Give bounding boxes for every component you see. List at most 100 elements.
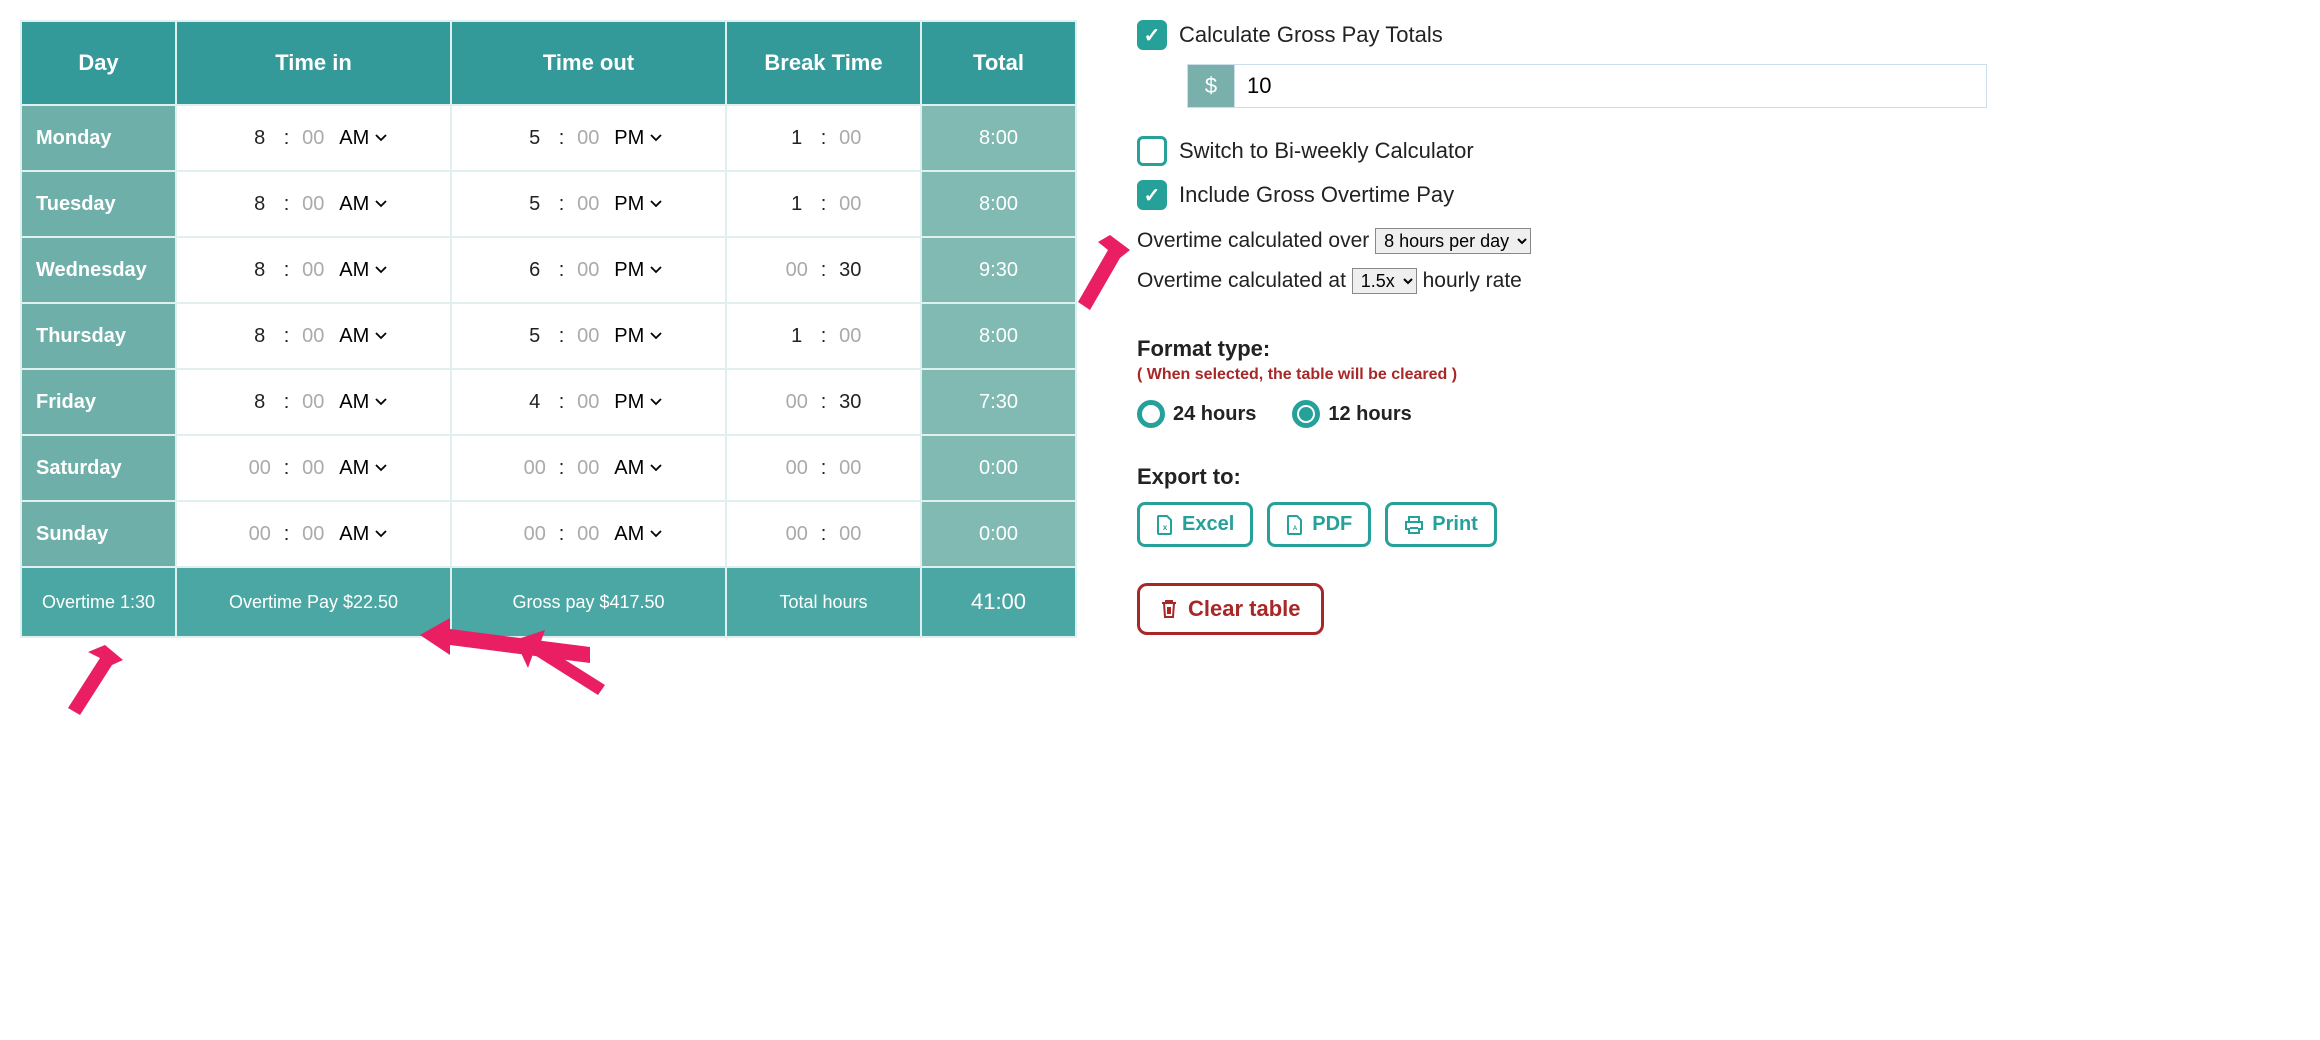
time-out-hour[interactable]: [515, 127, 555, 150]
colon: :: [555, 193, 569, 215]
print-icon: [1404, 516, 1424, 534]
time-in-hour[interactable]: [240, 523, 280, 546]
export-print-button[interactable]: Print: [1385, 502, 1497, 547]
time-in-hour[interactable]: [240, 193, 280, 216]
time-out-ampm[interactable]: PM: [614, 325, 662, 347]
table-row: Tuesday:AM:PM:8:00: [21, 171, 1076, 237]
time-in-ampm[interactable]: AM: [339, 523, 387, 545]
colon: :: [555, 259, 569, 281]
header-day: Day: [21, 21, 176, 105]
label-include-ot: Include Gross Overtime Pay: [1179, 182, 1454, 208]
hourly-rate-input[interactable]: [1235, 64, 1987, 108]
break-min[interactable]: [830, 325, 870, 348]
radio-24h[interactable]: [1137, 400, 1165, 428]
time-out-min[interactable]: [568, 523, 608, 546]
select-ot-at[interactable]: 1.5x: [1352, 268, 1417, 294]
radio-12h[interactable]: [1292, 400, 1320, 428]
currency-symbol: $: [1187, 64, 1235, 108]
time-out-hour[interactable]: [515, 391, 555, 414]
time-out-ampm[interactable]: PM: [614, 193, 662, 215]
time-out-ampm[interactable]: AM: [614, 457, 662, 479]
break-min[interactable]: [830, 391, 870, 414]
colon: :: [817, 391, 831, 413]
checkbox-include-ot[interactable]: [1137, 180, 1167, 210]
colon: :: [555, 457, 569, 479]
export-excel-button[interactable]: x Excel: [1137, 502, 1253, 547]
checkbox-biweekly[interactable]: [1137, 136, 1167, 166]
break-hour[interactable]: [777, 523, 817, 546]
break-hour[interactable]: [777, 325, 817, 348]
label-calc-gross: Calculate Gross Pay Totals: [1179, 22, 1443, 48]
time-out-ampm[interactable]: PM: [614, 127, 662, 149]
time-out-ampm[interactable]: PM: [614, 391, 662, 413]
break-hour[interactable]: [777, 193, 817, 216]
export-pdf-button[interactable]: A PDF: [1267, 502, 1371, 547]
time-in-min[interactable]: [293, 325, 333, 348]
colon: :: [280, 325, 294, 347]
header-out: Time out: [451, 21, 726, 105]
time-out-ampm[interactable]: AM: [614, 523, 662, 545]
row-total: 8:00: [921, 105, 1076, 171]
time-in-ampm[interactable]: AM: [339, 259, 387, 281]
colon: :: [280, 127, 294, 149]
clear-table-button[interactable]: Clear table: [1137, 583, 1324, 635]
time-in-min[interactable]: [293, 391, 333, 414]
export-excel-label: Excel: [1182, 513, 1234, 536]
footer-overtime-pay: Overtime Pay $22.50: [176, 567, 451, 637]
colon: :: [555, 523, 569, 545]
time-out-min[interactable]: [568, 391, 608, 414]
label-12h: 12 hours: [1328, 403, 1411, 426]
time-out-hour[interactable]: [515, 259, 555, 282]
time-out-min[interactable]: [568, 259, 608, 282]
time-out-min[interactable]: [568, 127, 608, 150]
colon: :: [817, 193, 831, 215]
row-total: 8:00: [921, 171, 1076, 237]
time-out-hour[interactable]: [515, 193, 555, 216]
time-out-hour[interactable]: [515, 325, 555, 348]
break-min[interactable]: [830, 523, 870, 546]
label-24h: 24 hours: [1173, 403, 1256, 426]
time-in-min[interactable]: [293, 457, 333, 480]
time-in-min[interactable]: [293, 127, 333, 150]
time-in-min[interactable]: [293, 259, 333, 282]
break-hour[interactable]: [777, 391, 817, 414]
time-in-ampm[interactable]: AM: [339, 457, 387, 479]
time-in-ampm[interactable]: AM: [339, 325, 387, 347]
time-out-hour[interactable]: [515, 523, 555, 546]
table-row: Sunday:AM:AM:0:00: [21, 501, 1076, 567]
break-hour[interactable]: [777, 127, 817, 150]
break-hour[interactable]: [777, 457, 817, 480]
label-ot-at-pre: Overtime calculated at: [1137, 269, 1346, 292]
time-in-ampm[interactable]: AM: [339, 391, 387, 413]
time-in-hour[interactable]: [240, 259, 280, 282]
time-out-hour[interactable]: [515, 457, 555, 480]
header-break: Break Time: [726, 21, 921, 105]
time-out-min[interactable]: [568, 457, 608, 480]
time-in-hour[interactable]: [240, 391, 280, 414]
time-in-hour[interactable]: [240, 325, 280, 348]
day-label: Sunday: [21, 501, 176, 567]
table-row: Wednesday:AM:PM:9:30: [21, 237, 1076, 303]
table-row: Saturday:AM:AM:0:00: [21, 435, 1076, 501]
time-in-min[interactable]: [293, 523, 333, 546]
export-pdf-label: PDF: [1312, 513, 1352, 536]
select-ot-over[interactable]: 8 hours per day: [1375, 228, 1531, 254]
time-in-min[interactable]: [293, 193, 333, 216]
time-out-ampm[interactable]: PM: [614, 259, 662, 281]
checkbox-calc-gross[interactable]: [1137, 20, 1167, 50]
break-min[interactable]: [830, 127, 870, 150]
day-label: Wednesday: [21, 237, 176, 303]
break-min[interactable]: [830, 259, 870, 282]
time-out-min[interactable]: [568, 325, 608, 348]
header-total: Total: [921, 21, 1076, 105]
colon: :: [817, 523, 831, 545]
colon: :: [280, 193, 294, 215]
time-in-ampm[interactable]: AM: [339, 193, 387, 215]
time-in-ampm[interactable]: AM: [339, 127, 387, 149]
break-min[interactable]: [830, 193, 870, 216]
break-min[interactable]: [830, 457, 870, 480]
break-hour[interactable]: [777, 259, 817, 282]
time-out-min[interactable]: [568, 193, 608, 216]
time-in-hour[interactable]: [240, 127, 280, 150]
time-in-hour[interactable]: [240, 457, 280, 480]
